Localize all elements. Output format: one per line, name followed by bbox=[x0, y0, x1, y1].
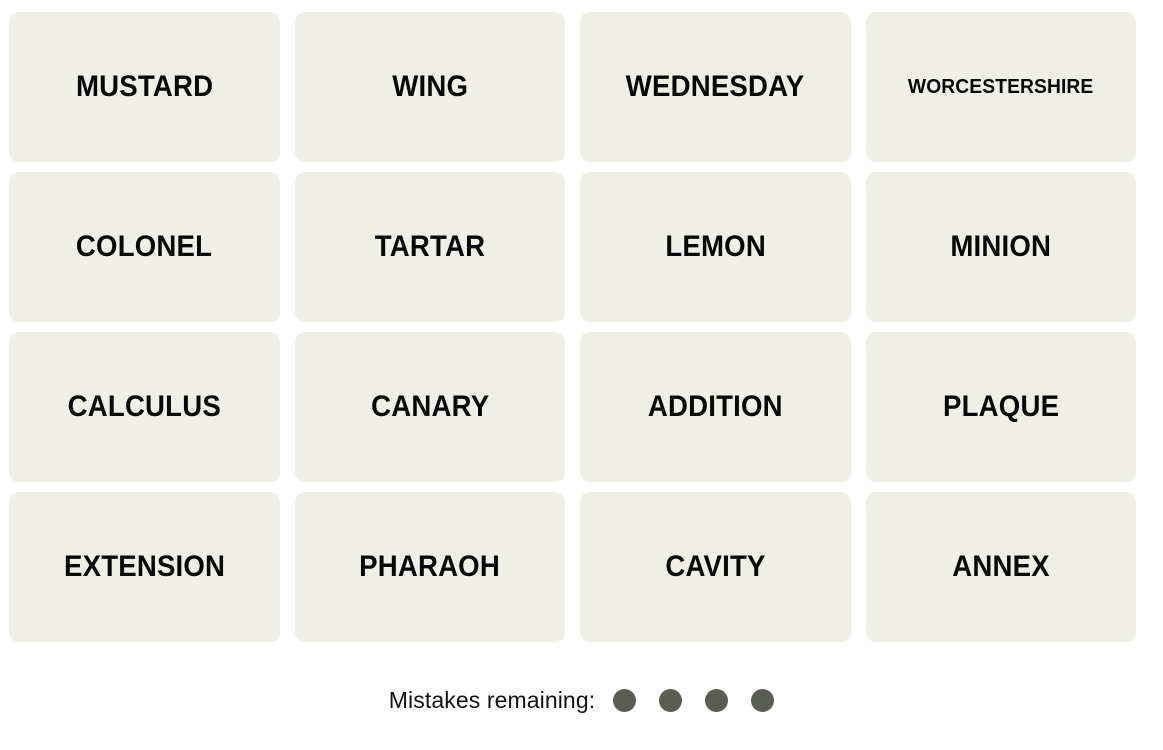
word-tile-label: WEDNESDAY bbox=[625, 70, 805, 103]
word-tile-label: CANARY bbox=[370, 390, 489, 423]
word-tile[interactable]: EXTENSION bbox=[9, 492, 280, 642]
word-tile[interactable]: ADDITION bbox=[580, 332, 851, 482]
word-tile-label: CALCULUS bbox=[67, 390, 221, 423]
word-tile-label: ADDITION bbox=[647, 390, 783, 423]
word-tile[interactable]: WORCESTERSHIRE bbox=[865, 12, 1136, 162]
word-tile-label: CAVITY bbox=[665, 550, 766, 583]
mistakes-dot-group bbox=[613, 688, 775, 712]
word-tile[interactable]: MUSTARD bbox=[9, 12, 280, 162]
mistake-dot bbox=[705, 688, 729, 712]
word-tile-label: TARTAR bbox=[374, 230, 485, 263]
mistakes-remaining-label: Mistakes remaining: bbox=[388, 686, 596, 713]
connections-game: MUSTARD WING WEDNESDAY WORCESTERSHIRE COLONE… bbox=[0, 0, 1163, 750]
word-tile[interactable]: CANARY bbox=[294, 332, 565, 482]
word-tile-label: EXTENSION bbox=[63, 550, 225, 583]
word-tile-label: PLAQUE bbox=[942, 390, 1059, 423]
mistakes-remaining-row: Mistakes remaining: bbox=[0, 680, 1163, 720]
word-tile[interactable]: WEDNESDAY bbox=[580, 12, 851, 162]
mistake-dot bbox=[613, 688, 637, 712]
word-tile[interactable]: TARTAR bbox=[294, 172, 565, 322]
word-tile-grid: MUSTARD WING WEDNESDAY WORCESTERSHIRE COLONE… bbox=[9, 12, 1136, 642]
word-tile[interactable]: MINION bbox=[865, 172, 1136, 322]
word-tile[interactable]: PHARAOH bbox=[294, 492, 565, 642]
word-tile-label: COLONEL bbox=[76, 230, 213, 263]
mistake-dot bbox=[751, 688, 775, 712]
word-tile[interactable]: PLAQUE bbox=[865, 332, 1136, 482]
word-tile[interactable]: CALCULUS bbox=[9, 332, 280, 482]
word-tile-label: ANNEX bbox=[951, 550, 1050, 583]
word-tile-label: MUSTARD bbox=[75, 70, 213, 103]
word-tile[interactable]: ANNEX bbox=[865, 492, 1136, 642]
word-tile[interactable]: CAVITY bbox=[580, 492, 851, 642]
word-tile[interactable]: LEMON bbox=[580, 172, 851, 322]
word-tile-label: MINION bbox=[950, 230, 1052, 263]
word-tile[interactable]: COLONEL bbox=[9, 172, 280, 322]
word-tile[interactable]: WING bbox=[294, 12, 565, 162]
word-tile-label: WORCESTERSHIRE bbox=[908, 74, 1094, 98]
word-tile-label: PHARAOH bbox=[359, 550, 501, 583]
mistake-dot bbox=[659, 688, 683, 712]
word-tile-label: WING bbox=[391, 70, 468, 103]
word-tile-label: LEMON bbox=[664, 230, 766, 263]
